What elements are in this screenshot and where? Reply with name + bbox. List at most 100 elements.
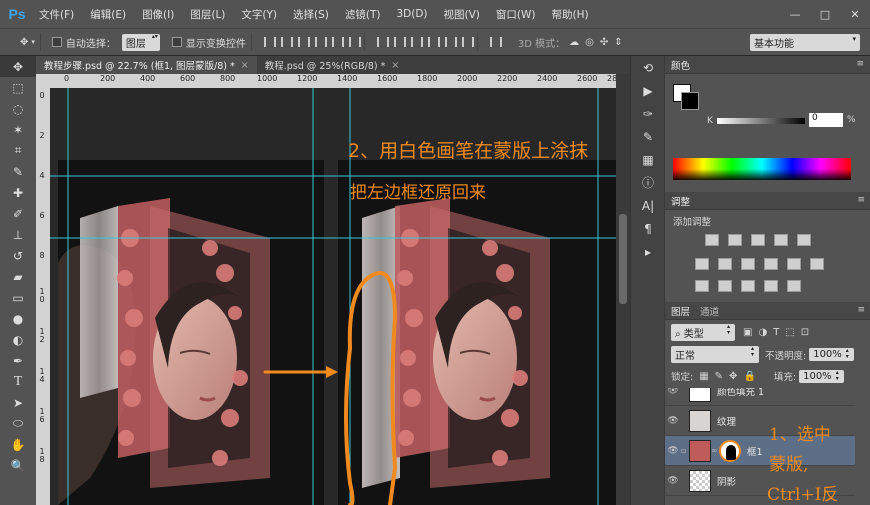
panel-menu-icon[interactable]: ≡ xyxy=(856,59,864,69)
eye-icon[interactable]: 👁 xyxy=(665,476,681,486)
tab-close-icon[interactable]: × xyxy=(391,60,399,71)
fg-bg-swatches[interactable] xyxy=(673,84,701,112)
eraser-tool-icon[interactable]: ▰ xyxy=(0,266,36,287)
blur-tool-icon[interactable]: ● xyxy=(0,308,36,329)
pen-tool-icon[interactable]: ✒ xyxy=(0,350,36,371)
magic-wand-tool-icon[interactable]: ✶ xyxy=(0,119,36,140)
exposure-icon[interactable] xyxy=(774,234,788,246)
brush-tool-icon[interactable]: ✐ xyxy=(0,203,36,224)
show-transform-checkbox[interactable]: 显示变换控件 xyxy=(171,35,246,50)
menu-layer[interactable]: 图层(L) xyxy=(187,7,228,22)
history-panel-icon[interactable]: ⟲ xyxy=(631,56,665,79)
eyedropper-tool-icon[interactable]: ✎ xyxy=(0,161,36,182)
align-hcenter-icon[interactable] xyxy=(330,36,344,48)
history-brush-tool-icon[interactable]: ↺ xyxy=(0,245,36,266)
k-slider[interactable] xyxy=(717,118,805,124)
move-tool-icon[interactable]: ✥ xyxy=(0,56,36,77)
fill-input[interactable]: 100% xyxy=(799,369,844,383)
menu-image[interactable]: 图像(I) xyxy=(139,7,177,22)
actions-panel-icon[interactable]: ▶ xyxy=(631,79,665,102)
move-tool-preset[interactable]: ✥ ▾ xyxy=(20,37,35,48)
info-panel-icon[interactable]: ⓘ xyxy=(631,171,665,194)
tab-close-icon[interactable]: × xyxy=(241,60,249,71)
tool-presets-icon[interactable]: ✑ xyxy=(631,102,665,125)
3d-pan-icon[interactable]: ✣ xyxy=(600,37,608,48)
eye-icon[interactable]: 👁 xyxy=(665,416,681,426)
distribute-left-icon[interactable] xyxy=(426,36,440,48)
menu-edit[interactable]: 编辑(E) xyxy=(87,7,129,22)
photo-filter-icon[interactable] xyxy=(764,258,778,270)
align-vcenter-icon[interactable] xyxy=(279,36,293,48)
path-selection-tool-icon[interactable]: ➤ xyxy=(0,392,36,413)
close-button[interactable]: ✕ xyxy=(840,0,870,28)
threshold-icon[interactable] xyxy=(741,280,755,292)
align-left-icon[interactable] xyxy=(313,36,327,48)
character-panel-icon[interactable]: A| xyxy=(631,194,665,217)
tab-tutorial[interactable]: 教程.psd @ 25%(RGB/8) * × xyxy=(257,56,408,74)
align-right-icon[interactable] xyxy=(347,36,361,48)
3d-roll-icon[interactable]: ◎ xyxy=(585,37,594,48)
ruler-horizontal[interactable]: 0 200 400 600 800 1000 1200 1400 1600 18… xyxy=(50,74,616,88)
menu-select[interactable]: 选择(S) xyxy=(290,7,332,22)
menu-help[interactable]: 帮助(H) xyxy=(549,7,592,22)
levels-icon[interactable] xyxy=(728,234,742,246)
brightness-icon[interactable] xyxy=(705,234,719,246)
vibrance-icon[interactable] xyxy=(797,234,811,246)
distribute-top-icon[interactable] xyxy=(375,36,389,48)
color-spectrum[interactable] xyxy=(673,158,851,180)
scroll-thumb[interactable] xyxy=(619,214,627,304)
black-white-icon[interactable] xyxy=(741,258,755,270)
clone-stamp-tool-icon[interactable]: ⊥ xyxy=(0,224,36,245)
minimize-button[interactable]: — xyxy=(780,0,810,28)
filter-shape-icon[interactable]: ⬚ xyxy=(785,327,794,338)
tab-channels[interactable]: 通道 xyxy=(700,304,719,318)
align-bottom-icon[interactable] xyxy=(296,36,310,48)
vertical-scrollbar[interactable] xyxy=(616,74,630,505)
auto-select-checkbox[interactable]: 自动选择： xyxy=(51,35,116,50)
selective-color-icon[interactable] xyxy=(764,280,778,292)
layer-filter-dropdown[interactable]: ⌕ 类型 xyxy=(671,324,735,341)
hand-tool-icon[interactable]: ✋ xyxy=(0,434,36,455)
gradient-tool-icon[interactable]: ▭ xyxy=(0,287,36,308)
auto-select-dropdown[interactable]: 图层 xyxy=(121,33,160,51)
panel-menu-icon[interactable]: ≡ xyxy=(857,195,865,205)
lock-transparent-icon[interactable]: ▦ xyxy=(699,371,708,382)
lock-paint-icon[interactable]: ✎ xyxy=(715,371,723,382)
menu-view[interactable]: 视图(V) xyxy=(441,7,483,22)
crop-tool-icon[interactable]: ⌗ xyxy=(0,140,36,161)
filter-pixel-icon[interactable]: ▣ xyxy=(743,327,752,338)
distribute-hcenter-icon[interactable] xyxy=(443,36,457,48)
maximize-button[interactable]: □ xyxy=(810,0,840,28)
dodge-tool-icon[interactable]: ◐ xyxy=(0,329,36,350)
adjust-panel-title[interactable]: 调整 xyxy=(671,194,690,208)
background-swatch[interactable] xyxy=(681,92,699,110)
color-panel-title[interactable]: 颜色 xyxy=(671,58,690,72)
filter-adjust-icon[interactable]: ◑ xyxy=(758,327,767,338)
hue-saturation-icon[interactable] xyxy=(695,258,709,270)
curves-icon[interactable] xyxy=(751,234,765,246)
opacity-input[interactable]: 100% xyxy=(809,348,854,361)
zoom-tool-icon[interactable]: 🔍 xyxy=(0,455,36,476)
lock-all-icon[interactable]: 🔒 xyxy=(743,371,755,382)
tab-tutorial-steps[interactable]: 教程步骤.psd @ 22.7% (框1, 图层蒙版/8) * × xyxy=(36,56,257,74)
workspace-dropdown[interactable]: 基本功能 ▾ xyxy=(750,34,860,51)
brush-presets-icon[interactable]: ▦ xyxy=(631,148,665,171)
filter-smart-icon[interactable]: ⊡ xyxy=(801,327,809,338)
invert-icon[interactable] xyxy=(695,280,709,292)
paragraph-panel-icon[interactable]: ¶ xyxy=(631,217,665,240)
auto-align-icon[interactable] xyxy=(488,36,502,48)
timeline-panel-icon[interactable]: ▸ xyxy=(631,240,665,263)
color-balance-icon[interactable] xyxy=(718,258,732,270)
healing-brush-tool-icon[interactable]: ✚ xyxy=(0,182,36,203)
distribute-vcenter-icon[interactable] xyxy=(392,36,406,48)
type-tool-icon[interactable]: T xyxy=(0,371,36,392)
layer-row[interactable]: 👁 颜色填充 1 xyxy=(665,388,855,406)
gradient-map-icon[interactable] xyxy=(787,280,801,292)
menu-window[interactable]: 窗口(W) xyxy=(493,7,539,22)
3d-slide-icon[interactable]: ⇕ xyxy=(614,37,622,48)
shape-tool-icon[interactable]: ⬭ xyxy=(0,413,36,434)
menu-3d[interactable]: 3D(D) xyxy=(393,8,430,20)
document-canvas[interactable]: 2、用白色画笔在蒙版上涂抹 把左边框还原回来 xyxy=(50,88,616,505)
tab-layers[interactable]: 图层 xyxy=(671,304,690,318)
color-lookup-icon[interactable] xyxy=(810,258,824,270)
